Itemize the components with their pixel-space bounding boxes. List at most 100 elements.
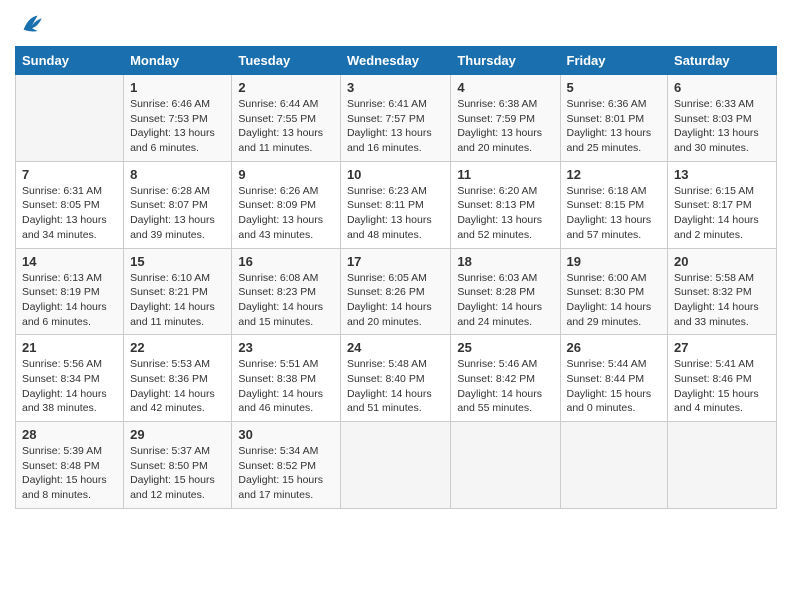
- day-info: Sunrise: 5:39 AM Sunset: 8:48 PM Dayligh…: [22, 444, 117, 503]
- day-info: Sunrise: 5:44 AM Sunset: 8:44 PM Dayligh…: [567, 357, 662, 416]
- day-number: 23: [238, 340, 334, 355]
- day-number: 7: [22, 167, 117, 182]
- day-info: Sunrise: 6:00 AM Sunset: 8:30 PM Dayligh…: [567, 271, 662, 330]
- day-number: 9: [238, 167, 334, 182]
- day-number: 24: [347, 340, 444, 355]
- day-info: Sunrise: 6:44 AM Sunset: 7:55 PM Dayligh…: [238, 97, 334, 156]
- calendar-cell: 29 Sunrise: 5:37 AM Sunset: 8:50 PM Dayli…: [124, 422, 232, 509]
- day-info: Sunrise: 6:41 AM Sunset: 7:57 PM Dayligh…: [347, 97, 444, 156]
- day-number: 4: [457, 80, 553, 95]
- day-info: Sunrise: 6:23 AM Sunset: 8:11 PM Dayligh…: [347, 184, 444, 243]
- logo: [15, 10, 46, 38]
- day-header-wednesday: Wednesday: [340, 47, 450, 75]
- day-number: 12: [567, 167, 662, 182]
- day-number: 22: [130, 340, 225, 355]
- calendar-cell: 25 Sunrise: 5:46 AM Sunset: 8:42 PM Dayli…: [451, 335, 560, 422]
- day-info: Sunrise: 6:15 AM Sunset: 8:17 PM Dayligh…: [674, 184, 770, 243]
- day-number: 6: [674, 80, 770, 95]
- calendar-cell: 19 Sunrise: 6:00 AM Sunset: 8:30 PM Dayli…: [560, 248, 668, 335]
- header: [15, 10, 777, 38]
- calendar-cell: [16, 75, 124, 162]
- calendar-cell: 21 Sunrise: 5:56 AM Sunset: 8:34 PM Dayli…: [16, 335, 124, 422]
- calendar-cell: 28 Sunrise: 5:39 AM Sunset: 8:48 PM Dayli…: [16, 422, 124, 509]
- day-info: Sunrise: 5:58 AM Sunset: 8:32 PM Dayligh…: [674, 271, 770, 330]
- day-number: 30: [238, 427, 334, 442]
- day-number: 17: [347, 254, 444, 269]
- day-info: Sunrise: 5:56 AM Sunset: 8:34 PM Dayligh…: [22, 357, 117, 416]
- calendar-cell: 2 Sunrise: 6:44 AM Sunset: 7:55 PM Daylig…: [232, 75, 341, 162]
- day-info: Sunrise: 5:53 AM Sunset: 8:36 PM Dayligh…: [130, 357, 225, 416]
- day-number: 10: [347, 167, 444, 182]
- day-info: Sunrise: 5:46 AM Sunset: 8:42 PM Dayligh…: [457, 357, 553, 416]
- day-header-friday: Friday: [560, 47, 668, 75]
- calendar-cell: 12 Sunrise: 6:18 AM Sunset: 8:15 PM Dayli…: [560, 161, 668, 248]
- calendar-cell: 3 Sunrise: 6:41 AM Sunset: 7:57 PM Daylig…: [340, 75, 450, 162]
- day-number: 25: [457, 340, 553, 355]
- calendar-cell: 9 Sunrise: 6:26 AM Sunset: 8:09 PM Daylig…: [232, 161, 341, 248]
- day-number: 8: [130, 167, 225, 182]
- day-info: Sunrise: 6:03 AM Sunset: 8:28 PM Dayligh…: [457, 271, 553, 330]
- day-info: Sunrise: 6:33 AM Sunset: 8:03 PM Dayligh…: [674, 97, 770, 156]
- calendar-cell: 22 Sunrise: 5:53 AM Sunset: 8:36 PM Dayli…: [124, 335, 232, 422]
- week-row-5: 28 Sunrise: 5:39 AM Sunset: 8:48 PM Dayli…: [16, 422, 777, 509]
- day-info: Sunrise: 5:48 AM Sunset: 8:40 PM Dayligh…: [347, 357, 444, 416]
- calendar-cell: 18 Sunrise: 6:03 AM Sunset: 8:28 PM Dayli…: [451, 248, 560, 335]
- day-number: 20: [674, 254, 770, 269]
- calendar-cell: 5 Sunrise: 6:36 AM Sunset: 8:01 PM Daylig…: [560, 75, 668, 162]
- day-number: 28: [22, 427, 117, 442]
- day-info: Sunrise: 5:34 AM Sunset: 8:52 PM Dayligh…: [238, 444, 334, 503]
- day-number: 11: [457, 167, 553, 182]
- day-info: Sunrise: 6:31 AM Sunset: 8:05 PM Dayligh…: [22, 184, 117, 243]
- day-info: Sunrise: 5:51 AM Sunset: 8:38 PM Dayligh…: [238, 357, 334, 416]
- calendar-cell: 30 Sunrise: 5:34 AM Sunset: 8:52 PM Dayli…: [232, 422, 341, 509]
- week-row-4: 21 Sunrise: 5:56 AM Sunset: 8:34 PM Dayli…: [16, 335, 777, 422]
- calendar-cell: 13 Sunrise: 6:15 AM Sunset: 8:17 PM Dayli…: [668, 161, 777, 248]
- day-info: Sunrise: 6:26 AM Sunset: 8:09 PM Dayligh…: [238, 184, 334, 243]
- calendar-cell: 24 Sunrise: 5:48 AM Sunset: 8:40 PM Dayli…: [340, 335, 450, 422]
- calendar-cell: 6 Sunrise: 6:33 AM Sunset: 8:03 PM Daylig…: [668, 75, 777, 162]
- day-number: 3: [347, 80, 444, 95]
- calendar-cell: [451, 422, 560, 509]
- day-header-thursday: Thursday: [451, 47, 560, 75]
- day-number: 26: [567, 340, 662, 355]
- day-number: 18: [457, 254, 553, 269]
- calendar-cell: 1Sunrise: 6:46 AM Sunset: 7:53 PM Daylig…: [124, 75, 232, 162]
- day-header-monday: Monday: [124, 47, 232, 75]
- calendar-cell: [668, 422, 777, 509]
- day-info: Sunrise: 6:18 AM Sunset: 8:15 PM Dayligh…: [567, 184, 662, 243]
- calendar-cell: 7 Sunrise: 6:31 AM Sunset: 8:05 PM Daylig…: [16, 161, 124, 248]
- day-info: Sunrise: 5:37 AM Sunset: 8:50 PM Dayligh…: [130, 444, 225, 503]
- calendar-cell: [560, 422, 668, 509]
- calendar-cell: 15Sunrise: 6:10 AM Sunset: 8:21 PM Dayli…: [124, 248, 232, 335]
- calendar-cell: 8Sunrise: 6:28 AM Sunset: 8:07 PM Daylig…: [124, 161, 232, 248]
- calendar-cell: 20 Sunrise: 5:58 AM Sunset: 8:32 PM Dayli…: [668, 248, 777, 335]
- day-info: Sunrise: 6:20 AM Sunset: 8:13 PM Dayligh…: [457, 184, 553, 243]
- day-info: Sunrise: 6:36 AM Sunset: 8:01 PM Dayligh…: [567, 97, 662, 156]
- day-info: Sunrise: 6:13 AM Sunset: 8:19 PM Dayligh…: [22, 271, 117, 330]
- day-number: 27: [674, 340, 770, 355]
- day-number: 2: [238, 80, 334, 95]
- logo-bird-icon: [18, 10, 46, 38]
- calendar-cell: 14Sunrise: 6:13 AM Sunset: 8:19 PM Dayli…: [16, 248, 124, 335]
- day-number: 16: [238, 254, 334, 269]
- calendar-cell: 27 Sunrise: 5:41 AM Sunset: 8:46 PM Dayli…: [668, 335, 777, 422]
- day-info: Sunrise: 6:05 AM Sunset: 8:26 PM Dayligh…: [347, 271, 444, 330]
- calendar-table: SundayMondayTuesdayWednesdayThursdayFrid…: [15, 46, 777, 509]
- day-number: 29: [130, 427, 225, 442]
- day-number: 21: [22, 340, 117, 355]
- day-header-sunday: Sunday: [16, 47, 124, 75]
- day-header-tuesday: Tuesday: [232, 47, 341, 75]
- day-header-saturday: Saturday: [668, 47, 777, 75]
- week-row-2: 7 Sunrise: 6:31 AM Sunset: 8:05 PM Daylig…: [16, 161, 777, 248]
- day-number: 15: [130, 254, 225, 269]
- day-number: 1: [130, 80, 225, 95]
- calendar-cell: 26 Sunrise: 5:44 AM Sunset: 8:44 PM Dayli…: [560, 335, 668, 422]
- day-info: Sunrise: 5:41 AM Sunset: 8:46 PM Dayligh…: [674, 357, 770, 416]
- day-number: 5: [567, 80, 662, 95]
- week-row-3: 14Sunrise: 6:13 AM Sunset: 8:19 PM Dayli…: [16, 248, 777, 335]
- day-info: Sunrise: 6:08 AM Sunset: 8:23 PM Dayligh…: [238, 271, 334, 330]
- day-number: 19: [567, 254, 662, 269]
- calendar-cell: 16 Sunrise: 6:08 AM Sunset: 8:23 PM Dayli…: [232, 248, 341, 335]
- day-number: 13: [674, 167, 770, 182]
- calendar-cell: 11 Sunrise: 6:20 AM Sunset: 8:13 PM Dayli…: [451, 161, 560, 248]
